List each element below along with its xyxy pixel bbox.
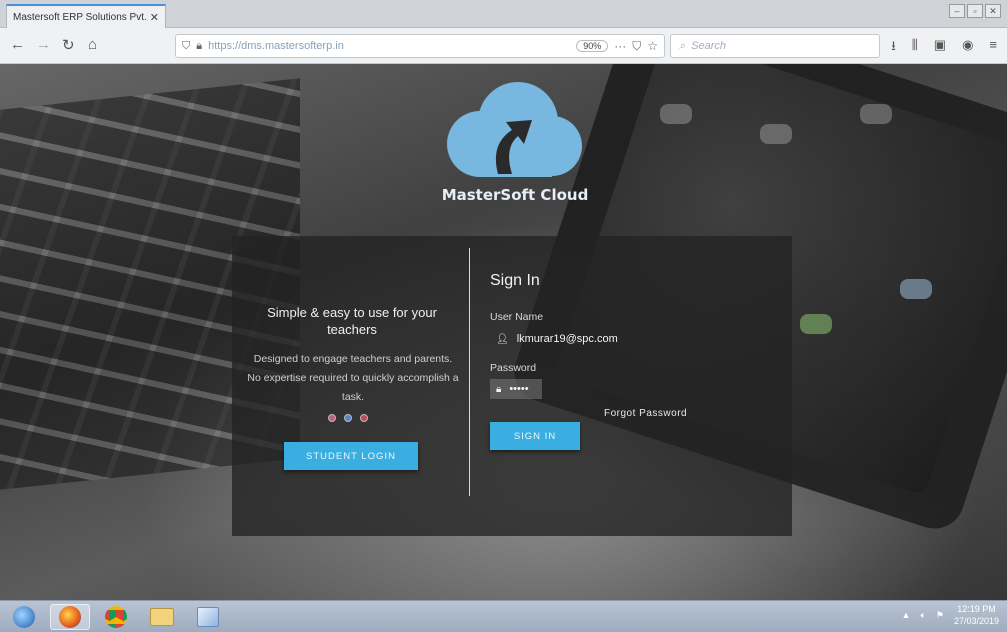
signin-button[interactable]: SIGN IN: [490, 422, 580, 450]
library-icon[interactable]: ⫼: [912, 37, 918, 59]
clock-date: 27/03/2019: [953, 616, 999, 626]
username-field[interactable]: 👤︎ lkmurar19@spc.com: [490, 329, 650, 349]
back-icon[interactable]: ←: [10, 36, 25, 53]
background-app-icon: [660, 104, 692, 124]
student-login-button[interactable]: STUDENT LOGIN: [284, 442, 418, 470]
panel-divider: [469, 248, 470, 496]
pocket-icon[interactable]: ⛉: [632, 39, 641, 54]
tagline: Simple & easy to use for your teachers: [267, 305, 437, 337]
clock-time: 12:19 PM: [957, 604, 996, 614]
taskbar-paint[interactable]: [188, 604, 228, 630]
info-column: Simple & easy to use for your teachers D…: [232, 236, 470, 536]
tab-close-icon[interactable]: ✕: [150, 11, 159, 24]
password-label: Password: [490, 362, 537, 374]
lock-icon: 🔒︎: [496, 383, 502, 395]
cloud-icon: [447, 82, 582, 177]
browser-navbar: ← → ↻ ⌂ ⛉ 🔒︎ https://dms.mastersofterp.i…: [0, 28, 1007, 64]
bookmark-star-icon[interactable]: ☆: [647, 39, 658, 53]
url-bar[interactable]: ⛉ 🔒︎ https://dms.mastersofterp.in 90% ··…: [175, 34, 665, 58]
system-tray: ▲ 🔈︎ ⚑ 12:19 PM 27/03/2019: [902, 603, 999, 627]
home-icon[interactable]: ⌂: [88, 36, 97, 53]
background-app-icon: [860, 104, 892, 124]
username-value[interactable]: lkmurar19@spc.com: [517, 333, 618, 345]
download-icon[interactable]: ⭳: [891, 37, 896, 59]
background-app-icon: [800, 314, 832, 334]
url-text[interactable]: https://dms.mastersofterp.in: [208, 40, 570, 52]
zoom-level[interactable]: 90%: [576, 40, 609, 52]
signin-form: Sign In User Name 👤︎ lkmurar19@spc.com P…: [490, 236, 790, 536]
taskbar-chrome[interactable]: [96, 604, 136, 630]
sidebar-icon[interactable]: ▣: [934, 37, 946, 59]
logo-text: MasterSoft Cloud: [441, 186, 589, 204]
toolbar-icons: ⭳ ⫼ ▣ ◉ ≡: [891, 37, 997, 59]
maximize-icon[interactable]: ▫: [967, 4, 983, 18]
tab-title: Mastersoft ERP Solutions Pvt.l: [13, 11, 146, 23]
background-app-icon: [760, 124, 792, 144]
close-window-icon[interactable]: ✕: [985, 4, 1001, 18]
taskbar: ▲ 🔈︎ ⚑ 12:19 PM 27/03/2019: [0, 600, 1007, 632]
minimize-icon[interactable]: –: [949, 4, 965, 18]
volume-icon[interactable]: 🔈︎: [920, 610, 925, 621]
tray-arrow-icon[interactable]: ▲: [902, 610, 911, 620]
mastersoft-logo: MasterSoft Cloud: [440, 74, 590, 214]
reload-icon[interactable]: ↻: [62, 36, 75, 54]
background-app-icon: [900, 279, 932, 299]
user-icon: 👤︎: [496, 333, 509, 345]
signin-title: Sign In: [490, 272, 540, 289]
menu-icon[interactable]: ≡: [989, 37, 997, 59]
screen: Mastersoft ERP Solutions Pvt.l ✕ – ▫ ✕ ←…: [0, 0, 1007, 632]
password-value[interactable]: •••••: [509, 383, 528, 395]
search-input[interactable]: ⌕ Search: [670, 34, 880, 58]
carousel-dot[interactable]: [360, 414, 368, 422]
taskbar-explorer[interactable]: [142, 604, 182, 630]
password-field[interactable]: 🔒︎ •••••: [490, 379, 542, 399]
login-panel: Simple & easy to use for your teachers D…: [232, 236, 792, 536]
carousel-dot[interactable]: [328, 414, 336, 422]
network-icon[interactable]: ⚑: [936, 610, 944, 621]
clock[interactable]: 12:19 PM 27/03/2019: [954, 603, 999, 627]
shield-icon[interactable]: ⛉: [182, 40, 190, 53]
paint-icon: [197, 607, 219, 627]
windows-start-icon: [13, 606, 35, 628]
page-actions-icon[interactable]: ···: [614, 39, 626, 53]
browser-tabstrip: Mastersoft ERP Solutions Pvt.l ✕ – ▫ ✕: [0, 0, 1007, 28]
username-label: User Name: [490, 311, 544, 323]
folder-icon: [150, 608, 174, 626]
search-icon: ⌕: [679, 39, 686, 52]
forward-icon[interactable]: →: [36, 36, 51, 53]
taskbar-firefox[interactable]: [50, 604, 90, 630]
carousel-dots: [328, 414, 368, 422]
search-placeholder: Search: [691, 40, 727, 52]
login-page: MasterSoft Cloud Simple & easy to use fo…: [0, 64, 1007, 600]
window-controls: – ▫ ✕: [949, 4, 1001, 18]
account-icon[interactable]: ◉: [962, 37, 973, 59]
browser-tab[interactable]: Mastersoft ERP Solutions Pvt.l ✕: [6, 4, 166, 28]
carousel-dot[interactable]: [344, 414, 352, 422]
start-button[interactable]: [4, 604, 44, 630]
description: Designed to engage teachers and parents.…: [247, 353, 459, 403]
chrome-icon: [105, 606, 127, 628]
lock-icon[interactable]: 🔒︎: [196, 40, 202, 53]
firefox-icon: [59, 606, 81, 628]
forgot-password-link[interactable]: Forgot Password: [604, 408, 687, 419]
